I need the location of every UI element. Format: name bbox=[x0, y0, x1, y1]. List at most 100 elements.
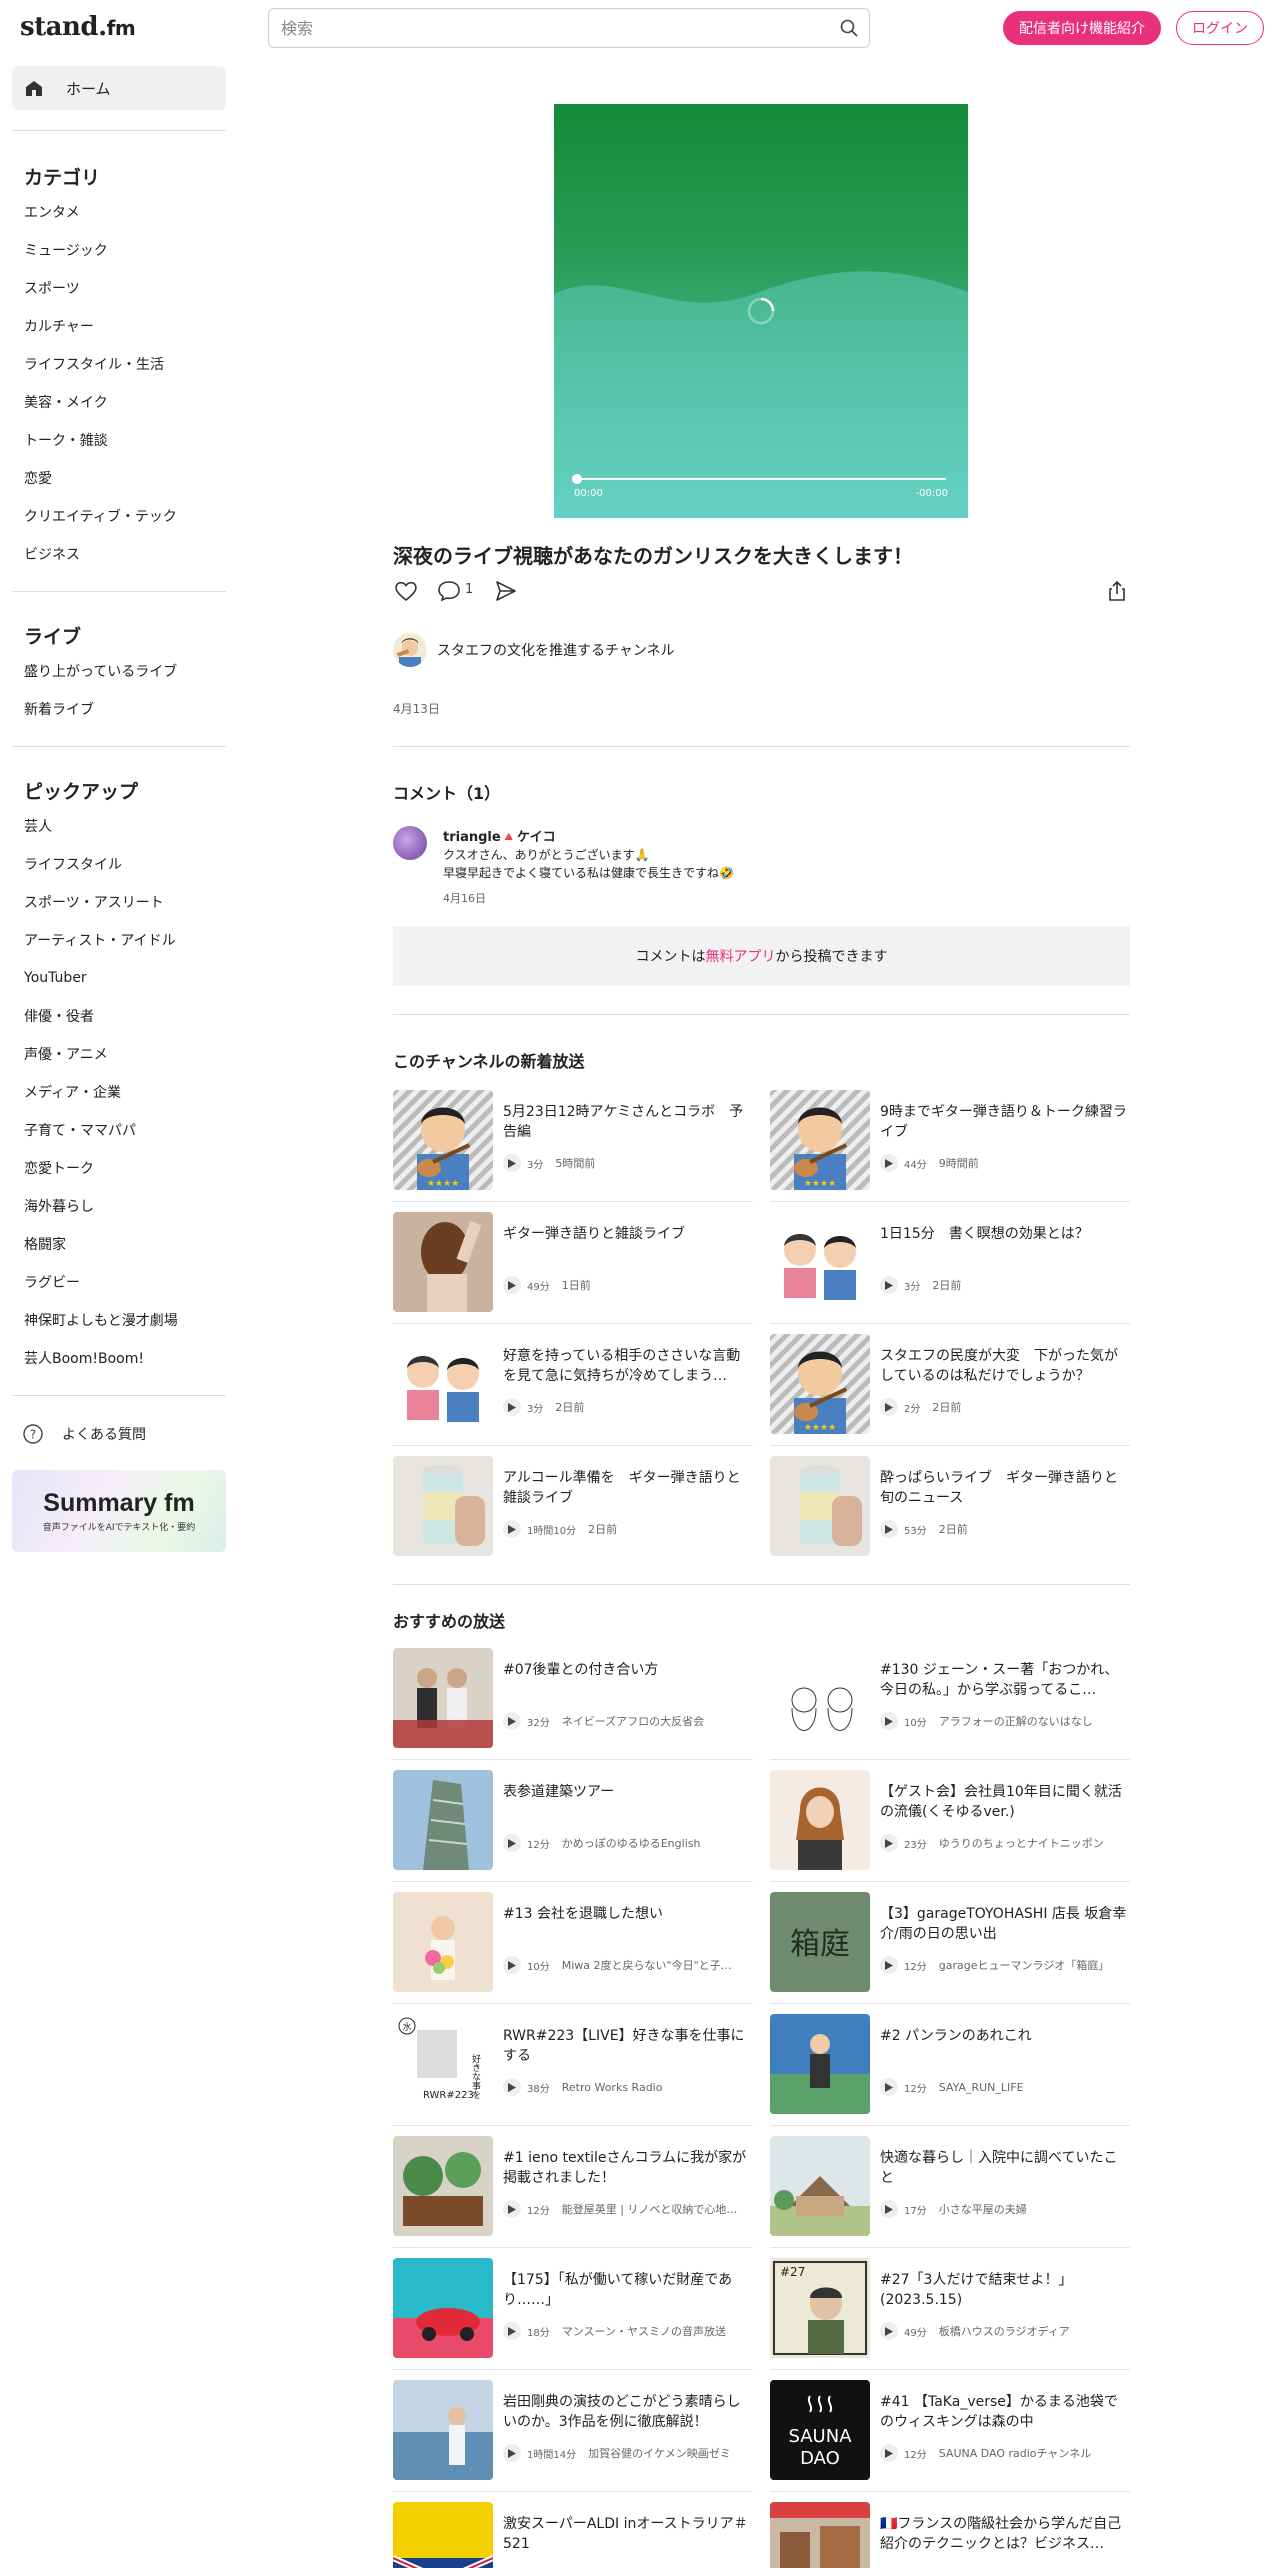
sidebar-item-category[interactable]: エンタメ bbox=[12, 193, 226, 231]
login-button[interactable]: ログイン bbox=[1176, 11, 1264, 45]
seek-bar[interactable] bbox=[576, 478, 946, 480]
episode-card[interactable]: 水 RWR#223 好きな事を RWR#223【LIVE】好きな事を仕事にする 38分 R… bbox=[393, 2014, 753, 2126]
episode-card-title[interactable]: 激安スーパーALDI inオーストラリア＃521 bbox=[503, 2514, 753, 2554]
episode-card[interactable]: #07後輩との付き合い方 32分 ネイビーズアフロの大反省会 bbox=[393, 1648, 753, 1760]
episode-thumbnail[interactable]: ★★★★ bbox=[393, 1090, 493, 1190]
sidebar-item-live[interactable]: 新着ライブ bbox=[12, 690, 226, 728]
share-send-icon[interactable] bbox=[493, 578, 519, 604]
sidebar-item-pickup[interactable]: YouTuber bbox=[12, 959, 226, 997]
search-icon[interactable] bbox=[839, 18, 859, 38]
episode-card[interactable]: 表参道建築ツアー 12分 かめっぽのゆるゆるEnglish bbox=[393, 1770, 753, 1882]
episode-card-title[interactable]: 5月23日12時アケミさんとコラボ 予告編 bbox=[503, 1102, 753, 1142]
faq-link[interactable]: ? よくある質問 bbox=[12, 1414, 226, 1454]
episode-card-title[interactable]: 1日15分 書く瞑想の効果とは？ bbox=[880, 1224, 1130, 1244]
sidebar-item-pickup[interactable]: アーティスト・アイドル bbox=[12, 921, 226, 959]
sidebar-item-pickup[interactable]: 芸人Boom!Boom! bbox=[12, 1339, 226, 1377]
episode-card[interactable]: #1 ieno textileさんコラムに我が家が掲載されました！ 12分 能登屋英… bbox=[393, 2136, 753, 2248]
episode-thumbnail[interactable]: 箱庭 bbox=[770, 1892, 870, 1992]
sidebar-item-category[interactable]: ミュージック bbox=[12, 231, 226, 269]
sidebar-item-category[interactable]: ライフスタイル・生活 bbox=[12, 345, 226, 383]
episode-card-title[interactable]: 【175】「私が働いて稼いだ財産であり……」 bbox=[503, 2270, 753, 2310]
logo[interactable]: stand.fm bbox=[20, 12, 136, 42]
episode-thumbnail[interactable] bbox=[393, 1212, 493, 1312]
episode-card-title[interactable]: 【3】garageTOYOHASHI 店長 坂倉幸介/雨の日の思い出 bbox=[880, 1904, 1130, 1944]
episode-thumbnail[interactable]: ★★★★ bbox=[770, 1334, 870, 1434]
episode-card[interactable]: 好意を持っている相手のささいな言動を見て急に気持ちが冷めてしまう… 3分 2日前 bbox=[393, 1334, 753, 1446]
sidebar-item-pickup[interactable]: 恋愛トーク bbox=[12, 1149, 226, 1187]
sidebar-item-pickup[interactable]: 海外暮らし bbox=[12, 1187, 226, 1225]
episode-card[interactable]: 快適な暮らし｜入院中に調べていたこと 17分 小さな平屋の夫婦 bbox=[770, 2136, 1130, 2248]
episode-thumbnail[interactable]: 水 RWR#223 好きな事を bbox=[393, 2014, 493, 2114]
episode-thumbnail[interactable] bbox=[770, 1456, 870, 1556]
episode-card[interactable]: #130 ジェーン・スー著「おつかれ、今日の私。」から学ぶ弱ってるこ… 10分 アラ… bbox=[770, 1648, 1130, 1760]
sidebar-item-pickup[interactable]: スポーツ・アスリート bbox=[12, 883, 226, 921]
episode-card-title[interactable]: 9時までギター弾き語り＆トーク練習ライブ bbox=[880, 1102, 1130, 1142]
episode-thumbnail[interactable] bbox=[770, 2136, 870, 2236]
episode-thumbnail[interactable] bbox=[393, 1770, 493, 1870]
sidebar-item-pickup[interactable]: ライフスタイル bbox=[12, 845, 226, 883]
sidebar-item-home[interactable]: ホーム bbox=[12, 66, 226, 110]
episode-card-title[interactable]: #07後輩との付き合い方 bbox=[503, 1660, 753, 1680]
sidebar-item-pickup[interactable]: 子育て・ママパパ bbox=[12, 1111, 226, 1149]
sidebar-item-category[interactable]: ビジネス bbox=[12, 535, 226, 573]
commenter-avatar[interactable] bbox=[393, 826, 427, 860]
episode-card[interactable]: 酔っぱらいライブ ギター弾き語りと旬のニュース 53分 2日前 bbox=[770, 1456, 1130, 1556]
episode-card-title[interactable]: アルコール準備を ギター弾き語りと雑談ライブ bbox=[503, 1468, 753, 1508]
episode-thumbnail[interactable]: SAUNA DAO bbox=[770, 2380, 870, 2480]
heart-icon[interactable] bbox=[393, 578, 419, 604]
commenter-name[interactable]: triangle🔺ケイコ bbox=[443, 826, 556, 845]
episode-card[interactable]: ★★★★ スタエフの民度が大変 下がった気がしているのは私だけでしょうか？ 2分 2日… bbox=[770, 1334, 1130, 1446]
episode-card[interactable]: 🇫🇷フランスの階級社会から学んだ自己紹介のテクニックとは？ビジネス… bbox=[770, 2502, 1130, 2568]
episode-thumbnail[interactable] bbox=[770, 2014, 870, 2114]
broadcaster-features-button[interactable]: 配信者向け機能紹介 bbox=[1003, 11, 1161, 45]
episode-card-title[interactable]: 🇫🇷フランスの階級社会から学んだ自己紹介のテクニックとは？ビジネス… bbox=[880, 2514, 1130, 2554]
episode-card-title[interactable]: スタエフの民度が大変 下がった気がしているのは私だけでしょうか？ bbox=[880, 1346, 1130, 1386]
episode-card[interactable]: ★★★★ 9時までギター弾き語り＆トーク練習ライブ 44分 9時間前 bbox=[770, 1090, 1130, 1202]
episode-card[interactable]: 岩田剛典の演技のどこがどう素晴らしいのか。3作品を例に徹底解説！ 1時間14分 加賀… bbox=[393, 2380, 753, 2492]
episode-thumbnail[interactable] bbox=[393, 2136, 493, 2236]
episode-card-title[interactable]: 表参道建築ツアー bbox=[503, 1782, 753, 1802]
episode-card-title[interactable]: #130 ジェーン・スー著「おつかれ、今日の私。」から学ぶ弱ってるこ… bbox=[880, 1660, 1130, 1700]
episode-thumbnail[interactable] bbox=[770, 2502, 870, 2568]
episode-card[interactable]: #27 #27「3人だけで結束せよ！」(2023.5.15) 49分 板橋ハウスのラジ… bbox=[770, 2258, 1130, 2370]
episode-card-title[interactable]: 快適な暮らし｜入院中に調べていたこと bbox=[880, 2148, 1130, 2188]
episode-card[interactable]: アルコール準備を ギター弾き語りと雑談ライブ 1時間10分 2日前 bbox=[393, 1456, 753, 1556]
sidebar-item-pickup[interactable]: メディア・企業 bbox=[12, 1073, 226, 1111]
sidebar-item-category[interactable]: 恋愛 bbox=[12, 459, 226, 497]
episode-thumbnail[interactable] bbox=[393, 1334, 493, 1434]
episode-thumbnail[interactable] bbox=[393, 1456, 493, 1556]
episode-card[interactable]: ギター弾き語りと雑談ライブ 49分 1日前 bbox=[393, 1212, 753, 1324]
episode-card-title[interactable]: RWR#223【LIVE】好きな事を仕事にする bbox=[503, 2026, 753, 2066]
episode-card-title[interactable]: 岩田剛典の演技のどこがどう素晴らしいのか。3作品を例に徹底解説！ bbox=[503, 2392, 753, 2432]
sidebar-item-category[interactable]: カルチャー bbox=[12, 307, 226, 345]
episode-card-title[interactable]: #27「3人だけで結束せよ！」(2023.5.15) bbox=[880, 2270, 1130, 2310]
episode-thumbnail[interactable]: #27 bbox=[770, 2258, 870, 2358]
sidebar-item-category[interactable]: クリエイティブ・テック bbox=[12, 497, 226, 535]
episode-card-title[interactable]: 【ゲスト会】会社員10年目に聞く就活の流儀(くそゆるver.) bbox=[880, 1782, 1130, 1822]
episode-thumbnail[interactable] bbox=[770, 1648, 870, 1748]
episode-card[interactable]: 【175】「私が働いて稼いだ財産であり……」 18分 マンスーン・ヤスミノの音声放送 bbox=[393, 2258, 753, 2370]
episode-card-title[interactable]: #1 ieno textileさんコラムに我が家が掲載されました！ bbox=[503, 2148, 753, 2188]
comment-icon[interactable] bbox=[436, 578, 462, 604]
channel-link[interactable]: スタエフの文化を推進するチャンネル bbox=[393, 632, 675, 668]
episode-thumbnail[interactable] bbox=[393, 2380, 493, 2480]
export-share-icon[interactable] bbox=[1104, 578, 1130, 604]
episode-thumbnail[interactable]: ★★★★ bbox=[770, 1090, 870, 1190]
seek-handle[interactable] bbox=[572, 474, 582, 484]
free-app-link[interactable]: 無料アプリ bbox=[706, 946, 776, 966]
episode-card-title[interactable]: #41 【TaKa_verse】かるまる池袋でのウィスキングは森の中 bbox=[880, 2392, 1130, 2432]
episode-thumbnail[interactable] bbox=[393, 2502, 493, 2568]
search-input[interactable] bbox=[269, 9, 809, 47]
episode-card[interactable]: ★★★★ 5月23日12時アケミさんとコラボ 予告編 3分 5時間前 bbox=[393, 1090, 753, 1202]
sidebar-item-pickup[interactable]: 芸人 bbox=[12, 807, 226, 845]
sidebar-item-pickup[interactable]: 格闘家 bbox=[12, 1225, 226, 1263]
episode-card-title[interactable]: #2 パンランのあれこれ bbox=[880, 2026, 1130, 2046]
sidebar-item-pickup[interactable]: 俳優・役者 bbox=[12, 997, 226, 1035]
episode-card[interactable]: 【ゲスト会】会社員10年目に聞く就活の流儀(くそゆるver.) 23分 ゆうりのちょ… bbox=[770, 1770, 1130, 1882]
episode-thumbnail[interactable] bbox=[393, 1648, 493, 1748]
sidebar-item-pickup[interactable]: 声優・アニメ bbox=[12, 1035, 226, 1073]
episode-card[interactable]: 1日15分 書く瞑想の効果とは？ 3分 2日前 bbox=[770, 1212, 1130, 1324]
sidebar-item-live[interactable]: 盛り上がっているライブ bbox=[12, 652, 226, 690]
episode-thumbnail[interactable] bbox=[770, 1770, 870, 1870]
summary-fm-banner[interactable]: Summary fm 音声ファイルをAIでテキスト化・要約 bbox=[12, 1470, 226, 1552]
